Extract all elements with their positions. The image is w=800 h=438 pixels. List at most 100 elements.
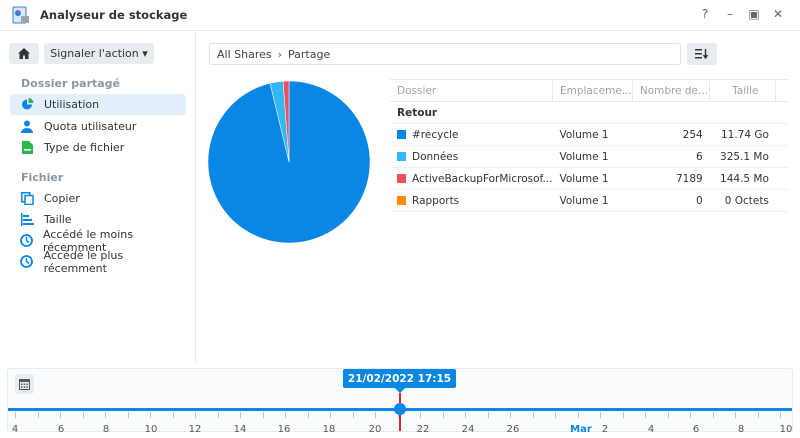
storage-analyzer-app-icon [12, 6, 29, 24]
location-cell: Volume 1 [552, 145, 633, 168]
sidebar-item-quota[interactable]: Quota utilisateur [10, 116, 186, 137]
timeline-label: 16 [277, 424, 291, 435]
color-swatch [397, 195, 406, 205]
timeline-label: 14 [233, 424, 247, 435]
timeline-label: 4 [647, 424, 655, 435]
timeline-tick [262, 412, 264, 418]
maximize-button[interactable]: ▣ [746, 7, 762, 21]
table-row[interactable]: Rapports Volume 1 0 0 Octets [390, 189, 789, 212]
timeline-tick [667, 412, 669, 418]
timeline-label: 10 [144, 424, 158, 435]
timeline-slider-handle[interactable] [394, 403, 406, 415]
timeline-tick [510, 412, 511, 418]
count-cell: 6 [632, 145, 710, 168]
section-file: Fichier [21, 171, 64, 184]
size-cell: 325.1 Mo [709, 145, 776, 168]
column-header-location[interactable]: Emplaceme... [551, 79, 633, 102]
timeline-tick [712, 412, 714, 418]
size-cell: 11.74 Go [709, 123, 776, 146]
sort-button[interactable] [687, 43, 717, 65]
location-cell: Volume 1 [552, 123, 633, 146]
home-button[interactable] [9, 43, 39, 64]
back-row[interactable]: Retour [390, 101, 789, 124]
section-shared-folder: Dossier partagé [21, 77, 121, 90]
folder-name-cell[interactable]: ActiveBackupForMicrosof... [390, 167, 553, 190]
table-row[interactable]: #recycle Volume 1 254 11.74 Go [390, 123, 789, 146]
folder-name-cell[interactable]: #recycle [390, 123, 553, 146]
calendar-icon [19, 378, 30, 390]
sidebar-item-utilisation[interactable]: Utilisation [10, 94, 186, 115]
size-cell: 0 Octets [709, 189, 776, 212]
timeline-label: 26 [506, 424, 520, 435]
breadcrumb-separator: › [277, 47, 283, 61]
timeline-label: 10 [779, 424, 793, 435]
spacer-cell [775, 167, 789, 190]
usage-pie-chart [207, 80, 371, 244]
folder-name-cell[interactable]: Données [390, 145, 553, 168]
sidebar-item-label: Accédé le plus récemment [43, 248, 124, 275]
sidebar-item-most-recent[interactable]: Accédé le plus récemment [10, 248, 186, 275]
table-row[interactable]: Données Volume 1 6 325.1 Mo [390, 145, 789, 168]
breadcrumb-all-shares[interactable]: All Shares [217, 48, 272, 61]
timeline-tick [195, 412, 196, 418]
column-header-size[interactable]: Taille [709, 79, 776, 102]
table-row[interactable]: ActiveBackupForMicrosof... Volume 1 7189… [390, 167, 789, 190]
timeline-label: 20 [368, 424, 382, 435]
file-icon [20, 141, 34, 155]
pie-chart-icon [20, 98, 34, 112]
timeline-label: 18 [322, 424, 336, 435]
timeline-tick [555, 412, 556, 418]
timeline-tick [307, 412, 309, 418]
count-cell: 7189 [632, 167, 710, 190]
timeline-tick [622, 412, 624, 418]
close-button[interactable]: ✕ [770, 7, 786, 21]
count-cell: 0 [632, 189, 710, 212]
home-icon [18, 48, 30, 59]
color-swatch [397, 151, 406, 161]
window-title: Analyseur de stockage [40, 8, 188, 22]
timeline-tick [420, 412, 421, 418]
timeline-tick [285, 412, 286, 418]
timeline-tick [442, 412, 444, 418]
sidebar-item-label: Taille [44, 213, 72, 226]
sidebar-item-copy[interactable]: Copier [10, 188, 186, 209]
help-button[interactable]: ? [697, 7, 713, 21]
timeline-label: 8 [102, 424, 110, 435]
folder-name: #recycle [412, 128, 459, 141]
user-icon [20, 120, 34, 134]
folder-name-cell[interactable]: Rapports [390, 189, 553, 212]
minimize-button[interactable]: – [722, 7, 738, 21]
timeline-tick [330, 412, 331, 418]
sidebar-item-file-type[interactable]: Type de fichier [10, 137, 186, 158]
selected-date-tooltip: 21/02/2022 17:15 [343, 369, 456, 388]
back-label[interactable]: Retour [390, 101, 789, 124]
color-swatch [397, 129, 406, 139]
calendar-button[interactable] [15, 374, 34, 394]
sidebar-item-label: Quota utilisateur [44, 120, 137, 133]
folder-table: Dossier Emplaceme... Nombre de... Taille… [390, 79, 789, 212]
timeline-label: 8 [737, 424, 745, 435]
sidebar-item-label: Copier [44, 192, 80, 205]
timeline-label: 24 [461, 424, 475, 435]
location-cell: Volume 1 [552, 167, 633, 190]
timeline-tick [375, 412, 376, 418]
timeline: 21/02/2022 17:15 4 6 8 10 12 14 16 18 20 22 24 26 Ma… [7, 368, 793, 435]
count-cell: 254 [632, 123, 710, 146]
timeline-tick [37, 412, 39, 418]
breadcrumb: All Shares › Partage [209, 43, 681, 65]
timeline-tick [82, 412, 84, 418]
size-cell: 144.5 Mo [709, 167, 776, 190]
folder-name: ActiveBackupForMicrosof... [412, 172, 553, 185]
timeline-tick [780, 412, 781, 418]
column-header-folder[interactable]: Dossier [390, 79, 553, 102]
report-action-dropdown[interactable]: Signaler l'action ▾ [44, 43, 154, 64]
sidebar-item-label: Utilisation [44, 98, 100, 111]
breadcrumb-current: Partage [288, 47, 331, 61]
timeline-tick [240, 412, 241, 418]
timeline-label: 4 [11, 424, 19, 435]
timeline-label: 6 [57, 424, 65, 435]
timeline-tick [217, 412, 219, 418]
timeline-label: Mar [570, 424, 592, 435]
timeline-tick [645, 412, 646, 418]
column-header-count[interactable]: Nombre de... [631, 79, 710, 102]
